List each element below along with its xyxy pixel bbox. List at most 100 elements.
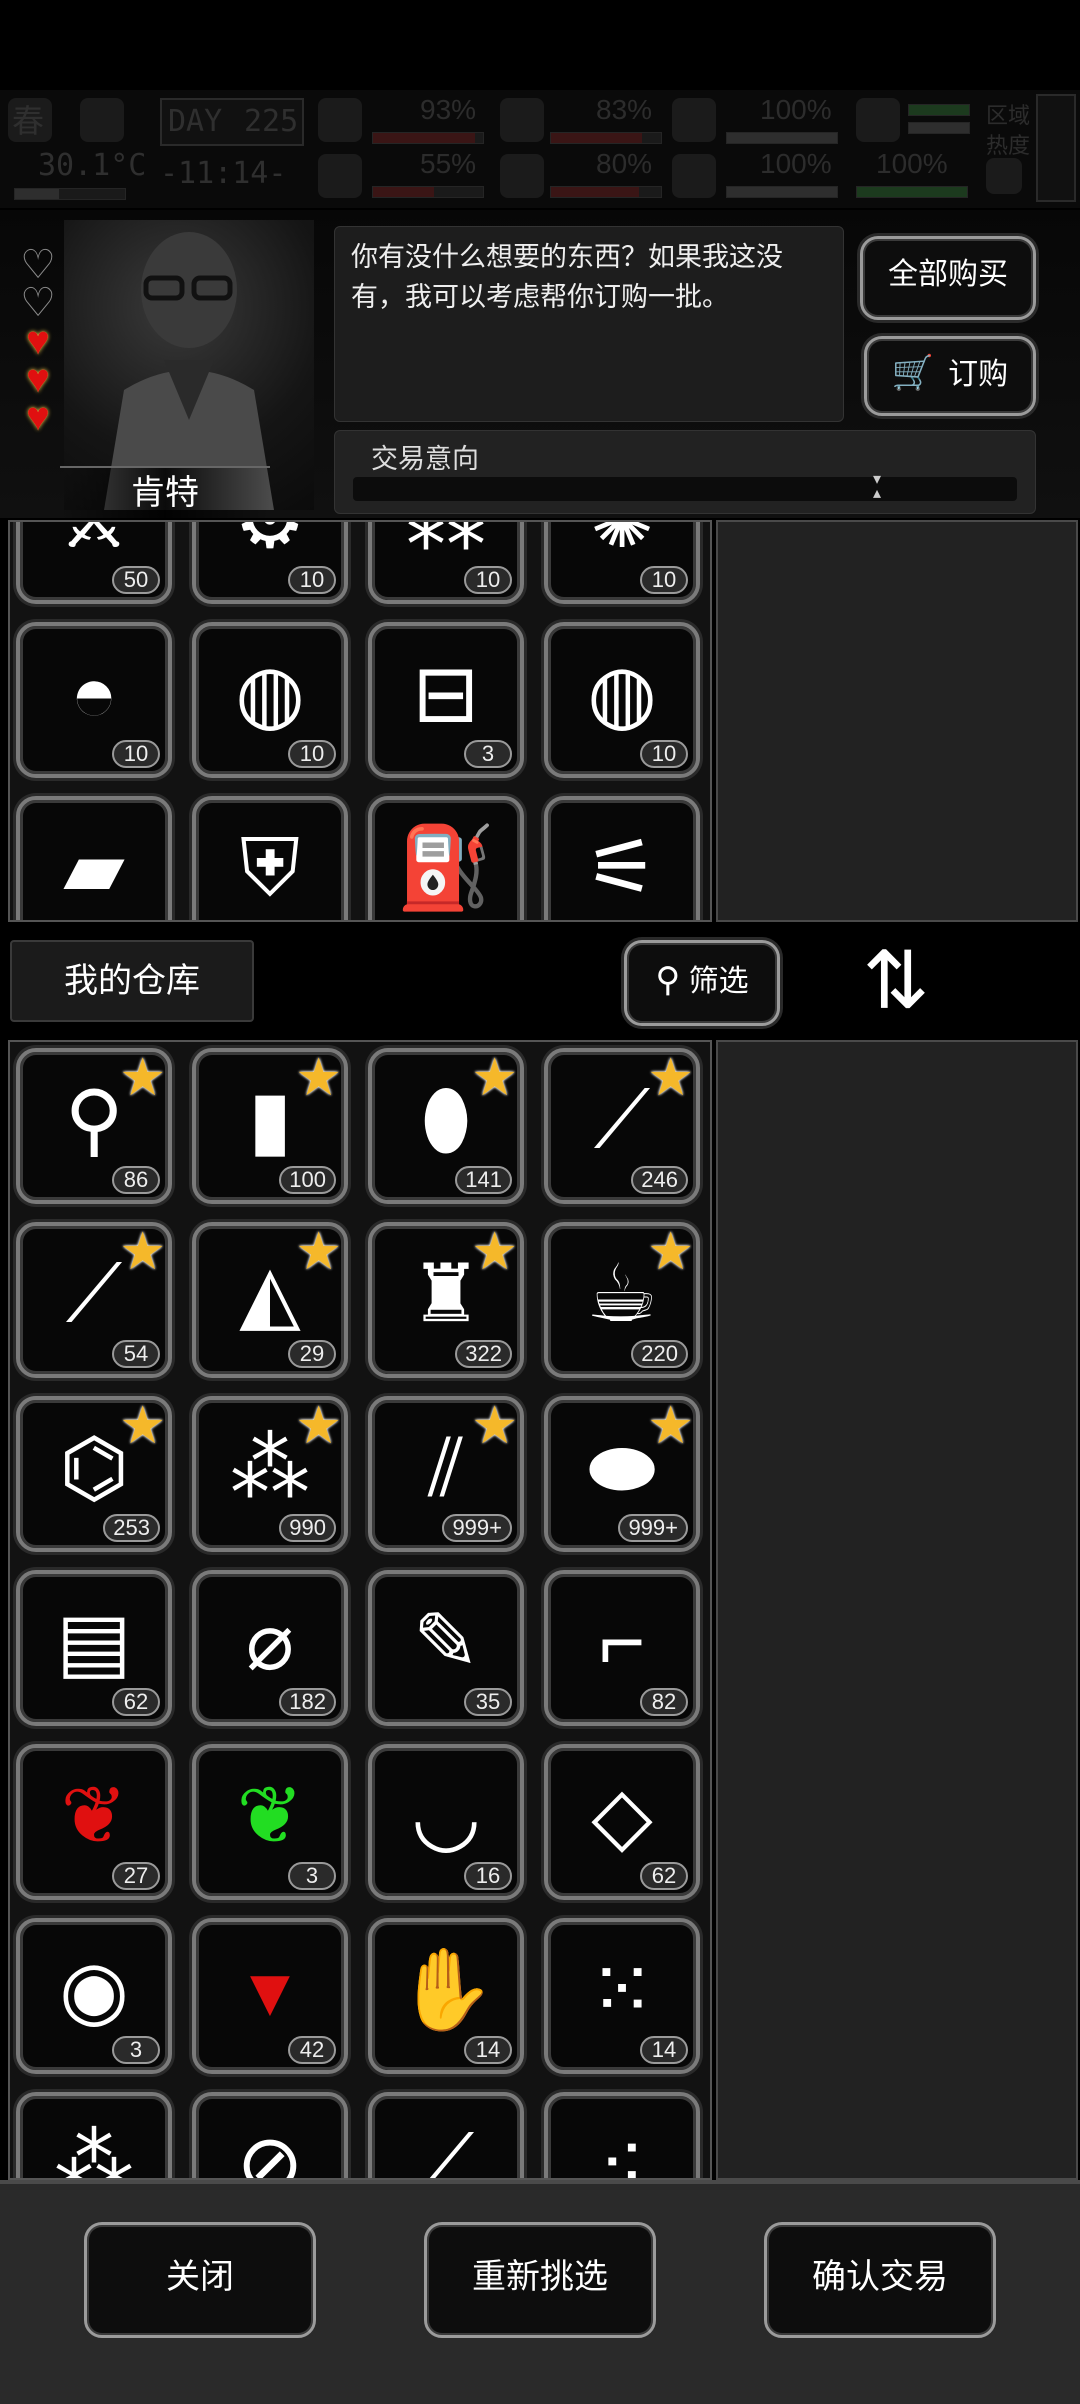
knife-icon: ⚟ bbox=[586, 823, 658, 912]
warehouse-inventory-grid[interactable]: ⚲ ★ 86 ▮ ★ 100 ⬮ ★ 141 ⟋ ★ 246 ⟋ ★ 54 ◭ ★ 29 ♜ ★ 322 ☕ ★ 220 ⌬ ★ 2… bbox=[8, 1040, 712, 2180]
item-count: 3 bbox=[112, 2036, 160, 2064]
inventory-item[interactable]: ⟋ ★ 246 bbox=[544, 1048, 700, 1204]
inventory-item[interactable]: ◓ 10 bbox=[16, 622, 172, 778]
stat-battery-value: 100% bbox=[760, 94, 832, 125]
bandage-icon: ⌀ bbox=[245, 1597, 295, 1686]
inventory-item[interactable]: ⁙ 14 bbox=[544, 1918, 700, 2074]
net-trap-icon: ◍ bbox=[587, 649, 657, 738]
inventory-item[interactable]: ❦ 3 bbox=[192, 1744, 348, 1900]
favorite-star-icon: ★ bbox=[471, 1397, 518, 1455]
inventory-item[interactable]: ❦ 27 bbox=[16, 1744, 172, 1900]
gas-mask-icon: ◉ bbox=[59, 1945, 129, 2034]
item-count: 999+ bbox=[442, 1514, 512, 1542]
item-count: 86 bbox=[112, 1166, 160, 1194]
item-count: 14 bbox=[464, 2036, 512, 2064]
trader-selection-area[interactable] bbox=[716, 520, 1078, 922]
favorite-star-icon: ★ bbox=[647, 1049, 694, 1107]
inventory-item[interactable]: ▮ ★ 100 bbox=[192, 1048, 348, 1204]
inventory-item[interactable]: ⁂ bbox=[16, 2092, 172, 2178]
stat-medkit-bar bbox=[372, 132, 484, 144]
capsules-icon: ⁖ bbox=[598, 2119, 646, 2180]
inventory-item[interactable]: ☕ ★ 220 bbox=[544, 1222, 700, 1378]
spray-icon: ⟋ bbox=[418, 2119, 474, 2180]
inventory-item[interactable]: ⟋ ★ 54 bbox=[16, 1222, 172, 1378]
stat-medkit-value: 93% bbox=[420, 94, 477, 125]
favorite-star-icon: ★ bbox=[471, 1049, 518, 1107]
inventory-item[interactable]: ⛨ bbox=[192, 796, 348, 920]
item-count: 14 bbox=[640, 2036, 688, 2064]
item-count: 141 bbox=[455, 1166, 512, 1194]
item-count: 27 bbox=[112, 1862, 160, 1890]
item-count: 54 bbox=[112, 1340, 160, 1368]
jacket-icon: ⛨ bbox=[240, 823, 300, 912]
radiation-level-2 bbox=[908, 122, 970, 134]
swap-arrows-icon[interactable]: ⇅ bbox=[856, 936, 936, 1026]
inventory-item[interactable]: ⚟ bbox=[544, 796, 700, 920]
trader-inventory-grid[interactable]: ⚔50⚙10⁂10✺10◓10◍10⊟3◍10▰⛨⛽⚟ bbox=[8, 520, 712, 922]
inventory-item[interactable]: ◉ 3 bbox=[16, 1918, 172, 2074]
inventory-item[interactable]: ◍ 10 bbox=[192, 622, 348, 778]
inventory-item[interactable]: ▤ 62 bbox=[16, 1570, 172, 1726]
reselect-button[interactable]: 重新挑选 bbox=[424, 2222, 656, 2338]
favorite-star-icon: ★ bbox=[295, 1049, 342, 1107]
day-box: DAY 225 bbox=[160, 98, 304, 146]
weather-icon bbox=[80, 98, 124, 142]
item-count: 10 bbox=[288, 566, 336, 594]
favorite-star-icon: ★ bbox=[471, 1223, 518, 1281]
buy-all-button[interactable]: 全部购买 bbox=[860, 236, 1036, 320]
inventory-item[interactable]: ⁖ bbox=[544, 2092, 700, 2180]
item-count: 62 bbox=[640, 1862, 688, 1890]
inventory-item[interactable]: ⊘ bbox=[192, 2092, 348, 2180]
inventory-item[interactable]: ⬬ ★ 999+ bbox=[544, 1396, 700, 1552]
speaker-icon[interactable] bbox=[986, 158, 1022, 194]
order-button[interactable]: 🛒 订购 bbox=[864, 336, 1036, 416]
filter-button[interactable]: ⚲ 筛选 bbox=[624, 940, 780, 1026]
inventory-item[interactable]: ▾ 42 bbox=[192, 1918, 348, 2074]
inventory-item[interactable]: ⊟ 3 bbox=[368, 622, 524, 778]
zone-heat-label-1: 区域 bbox=[986, 103, 1031, 128]
close-button[interactable]: 关闭 bbox=[84, 2222, 316, 2338]
inventory-item[interactable]: ▰ bbox=[16, 796, 172, 920]
trade-preference-bar bbox=[353, 477, 1017, 501]
trade-preference-label: 交易意向 bbox=[371, 444, 479, 474]
stat-radiation-value: 100% bbox=[876, 148, 948, 179]
inventory-item[interactable]: ✺10 bbox=[544, 522, 700, 604]
inventory-item[interactable]: ⁂ ★ 990 bbox=[192, 1396, 348, 1552]
inventory-item[interactable]: ⚔50 bbox=[16, 522, 172, 604]
clock: -11:14- bbox=[160, 156, 287, 191]
inventory-item[interactable]: ⬮ ★ 141 bbox=[368, 1048, 524, 1204]
water-drop-icon bbox=[500, 154, 544, 198]
inventory-item[interactable]: ✋ 14 bbox=[368, 1918, 524, 2074]
item-count: 82 bbox=[640, 1688, 688, 1716]
season-label: 春 bbox=[12, 102, 45, 140]
inventory-item[interactable]: ✎ 35 bbox=[368, 1570, 524, 1726]
favorite-star-icon: ★ bbox=[647, 1397, 694, 1455]
inventory-item[interactable]: ⚲ ★ 86 bbox=[16, 1048, 172, 1204]
bowl-icon: ◡ bbox=[411, 1771, 481, 1860]
inventory-item[interactable]: ⌬ ★ 253 bbox=[16, 1396, 172, 1552]
inventory-item[interactable]: ⛽ bbox=[368, 796, 524, 920]
inventory-item[interactable]: ⫽ ★ 999+ bbox=[368, 1396, 524, 1552]
towel-icon: ▤ bbox=[56, 1597, 132, 1686]
inventory-item[interactable]: ⌐ 82 bbox=[544, 1570, 700, 1726]
inventory-item[interactable]: ♜ ★ 322 bbox=[368, 1222, 524, 1378]
item-count: 10 bbox=[464, 566, 512, 594]
inventory-item[interactable]: ⌀ 182 bbox=[192, 1570, 348, 1726]
pills-icon: ⊘ bbox=[236, 2119, 304, 2180]
inventory-item[interactable]: ◭ ★ 29 bbox=[192, 1222, 348, 1378]
inventory-item[interactable]: ◇ 62 bbox=[544, 1744, 700, 1900]
warehouse-selection-area[interactable] bbox=[716, 1040, 1078, 2180]
inventory-item[interactable]: ◍ 10 bbox=[544, 622, 700, 778]
inventory-item[interactable]: ⚙10 bbox=[192, 522, 348, 604]
inventory-item[interactable]: ⁂10 bbox=[368, 522, 524, 604]
inventory-item[interactable]: ◡ 16 bbox=[368, 1744, 524, 1900]
temperature-bar bbox=[14, 188, 126, 200]
item-count: 322 bbox=[455, 1340, 512, 1368]
npc-dialog: 你有没什么想要的东西？如果我这没有，我可以考虑帮你订购一批。 bbox=[334, 226, 844, 422]
favorite-star-icon: ★ bbox=[119, 1397, 166, 1455]
seeds-icon: ⁙ bbox=[588, 1945, 656, 2034]
spikes-icon: ⚔ bbox=[20, 522, 168, 570]
inventory-item[interactable]: ⟋ bbox=[368, 2092, 524, 2180]
confirm-trade-button[interactable]: 确认交易 bbox=[764, 2222, 996, 2338]
stat-heart-value: 100% bbox=[760, 148, 832, 179]
